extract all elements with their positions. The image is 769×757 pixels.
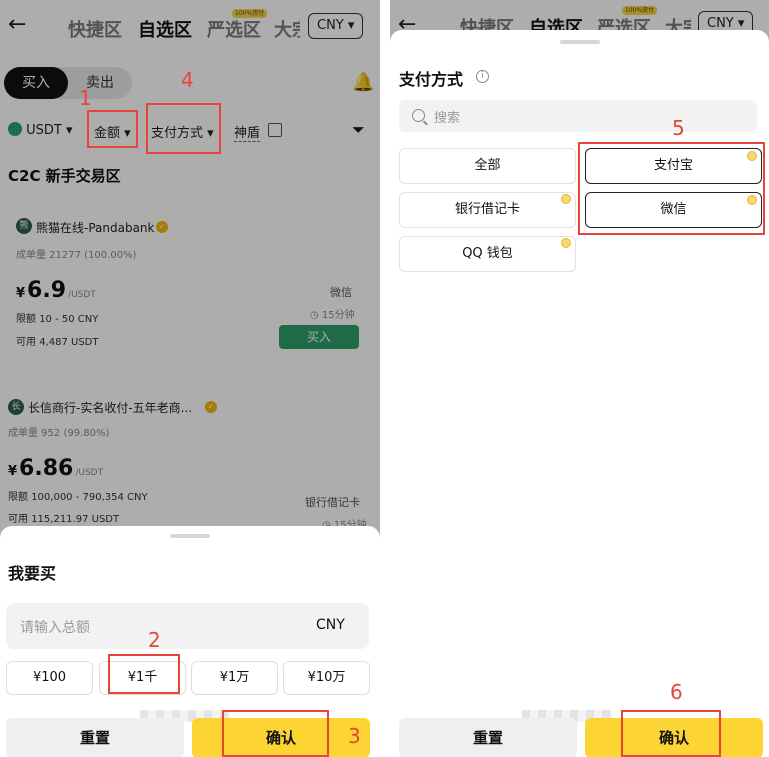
annotation-1: 1 — [79, 86, 92, 110]
amount-currency: CNY — [316, 617, 345, 633]
right-screen: ← 快捷区 自选区 严选区 100%资付 大宗 CNY ▾ 支付方式 i 搜索 … — [390, 0, 769, 757]
sheet-handle[interactable] — [170, 534, 210, 538]
option-qq-wallet[interactable]: QQ 钱包 — [399, 236, 576, 272]
annotation-3: 3 — [348, 724, 361, 748]
payment-sheet: 支付方式 i 搜索 全部 支付宝 银行借记卡 微信 QQ 钱包 重置 确认 — [390, 30, 769, 757]
annotation-6: 6 — [670, 680, 683, 704]
search-placeholder: 搜索 — [434, 111, 461, 126]
amount-input[interactable]: 请输入总额 CNY — [6, 603, 369, 649]
amount-placeholder: 请输入总额 — [20, 620, 90, 636]
left-screen: ← 快捷区 自选区 严选区 100%资付 大宗 CNY ▾ 买入 卖出 🔔 US… — [0, 0, 380, 757]
chip-10k[interactable]: ¥1万 — [191, 661, 278, 695]
sheet-handle[interactable] — [560, 40, 600, 44]
reset-button[interactable]: 重置 — [399, 718, 577, 757]
annotation-box-4 — [146, 103, 221, 154]
coin-badge-icon — [561, 238, 571, 248]
reset-button[interactable]: 重置 — [6, 718, 184, 757]
chip-100k[interactable]: ¥10万 — [283, 661, 370, 695]
annotation-box-6 — [621, 710, 721, 757]
option-all[interactable]: 全部 — [399, 148, 576, 184]
annotation-5: 5 — [672, 116, 685, 140]
info-icon[interactable]: i — [476, 70, 489, 83]
payment-title: 支付方式 — [399, 70, 464, 89]
chip-100[interactable]: ¥100 — [6, 661, 93, 695]
coin-badge-icon — [561, 194, 571, 204]
search-icon — [412, 109, 425, 122]
option-bank-card[interactable]: 银行借记卡 — [399, 192, 576, 228]
annotation-2: 2 — [148, 628, 161, 652]
annotation-box-5 — [578, 142, 765, 235]
search-input[interactable]: 搜索 — [399, 100, 757, 132]
sheet-title: 我要买 — [8, 564, 57, 583]
annotation-box-3 — [222, 710, 329, 757]
annotation-box-2 — [108, 654, 180, 694]
annotation-4: 4 — [181, 68, 194, 92]
annotation-box-1 — [87, 110, 138, 148]
